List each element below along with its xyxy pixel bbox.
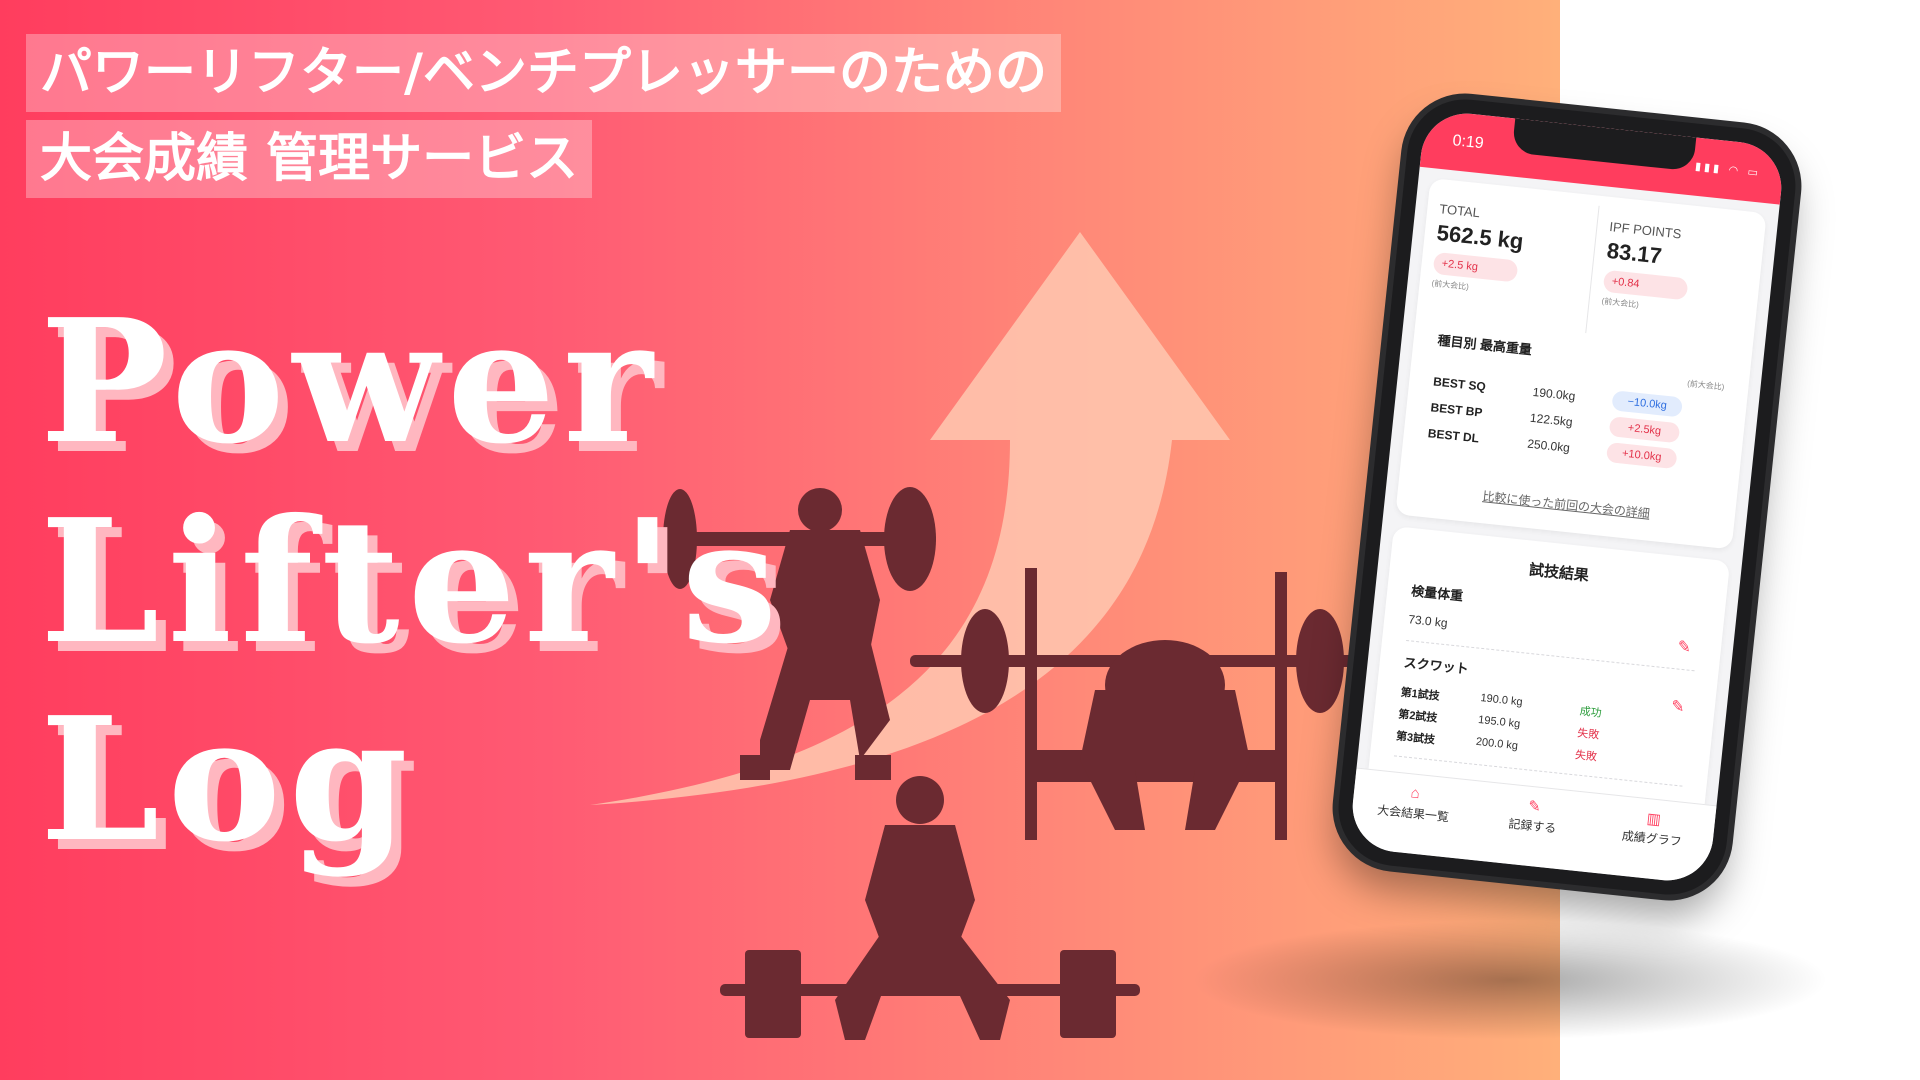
tab-graph[interactable]: ▥ 成績グラフ	[1596, 804, 1709, 852]
best-diff-badge: +2.5kg	[1608, 416, 1681, 444]
best-note: (前大会比)	[1686, 378, 1725, 392]
notch	[1511, 118, 1697, 172]
best-diff-badge: −10.0kg	[1611, 390, 1684, 418]
best-value: 122.5kg	[1529, 410, 1574, 430]
ipf-stat: IPF POINTS 83.17 +0.84 (前大会比)	[1585, 205, 1748, 349]
best-diff-badge: +10.0kg	[1605, 441, 1678, 470]
total-stat: TOTAL 562.5 kg +2.5 kg (前大会比)	[1428, 189, 1591, 332]
best-name: BEST SQ	[1432, 374, 1487, 394]
battery-icon: ▭	[1746, 165, 1762, 180]
deadlift-silhouette	[720, 776, 1140, 1040]
best-name: BEST BP	[1429, 400, 1484, 420]
bodyweight-value: 73.0 kg	[1407, 612, 1449, 631]
ipf-diff-badge: +0.84	[1602, 269, 1689, 301]
phone-mockup: 0:19 ▮▮▮ ◠ ▭ TOTAL 562.5 kg +2.5 kg (前大会…	[1332, 93, 1802, 901]
tagline-line-1: パワーリフター/ベンチプレッサーのための	[26, 34, 1061, 112]
ipf-note: (前大会比)	[1601, 296, 1640, 310]
tab-label: 成績グラフ	[1621, 828, 1683, 849]
hero-banner: パワーリフター/ベンチプレッサーのための 大会成績 管理サービス Power L…	[0, 0, 1560, 1080]
status-icons: ▮▮▮ ◠ ▭	[1694, 160, 1761, 180]
phone-shadow	[1190, 920, 1830, 1040]
edit-icon[interactable]: ✎	[1677, 636, 1692, 657]
total-diff-badge: +2.5 kg	[1432, 251, 1519, 283]
wifi-icon: ◠	[1727, 163, 1742, 178]
signal-icon: ▮▮▮	[1694, 159, 1723, 176]
attempt-result: 失敗	[1574, 749, 1598, 764]
chart-icon: ▥	[1645, 810, 1662, 829]
squat-label: スクワット	[1403, 654, 1470, 677]
total-note: (前大会比)	[1431, 278, 1470, 292]
attempt-name: 第2試技	[1397, 708, 1438, 725]
previous-meet-link[interactable]: 比較に使った前回の大会の詳細	[1397, 478, 1735, 530]
logo-log: Log	[40, 680, 416, 880]
summary-card: TOTAL 562.5 kg +2.5 kg (前大会比) IPF POINTS…	[1395, 177, 1767, 550]
bodyweight-label: 検量体重	[1410, 583, 1464, 604]
best-name: BEST DL	[1427, 426, 1480, 446]
attempt-name: 第1試技	[1400, 686, 1441, 703]
logo-power: Power	[40, 282, 661, 482]
attempt-name: 第3試技	[1395, 730, 1436, 747]
attempt-weight: 200.0 kg	[1475, 735, 1519, 753]
tab-record[interactable]: ✎ 記録する	[1477, 792, 1590, 840]
attempt-result: 失敗	[1576, 727, 1600, 742]
best-value: 190.0kg	[1532, 384, 1577, 404]
tab-results-list[interactable]: ⌂ 大会結果一覧	[1358, 779, 1471, 827]
attempt-weight: 195.0 kg	[1477, 713, 1521, 731]
logo-lifters: Lifter's	[40, 482, 786, 682]
tab-label: 記録する	[1507, 816, 1558, 836]
status-time: 0:19	[1451, 132, 1485, 153]
tagline-line-2: 大会成績 管理サービス	[26, 120, 593, 198]
phone-screen: 0:19 ▮▮▮ ◠ ▭ TOTAL 562.5 kg +2.5 kg (前大会…	[1348, 109, 1786, 885]
best-title: 種目別 最高重量	[1436, 332, 1533, 358]
home-icon: ⌂	[1409, 784, 1421, 803]
attempt-weight: 190.0 kg	[1479, 692, 1524, 709]
edit-icon: ✎	[1527, 797, 1542, 816]
attempt-result: 成功	[1579, 705, 1603, 720]
best-value: 250.0kg	[1526, 436, 1571, 455]
